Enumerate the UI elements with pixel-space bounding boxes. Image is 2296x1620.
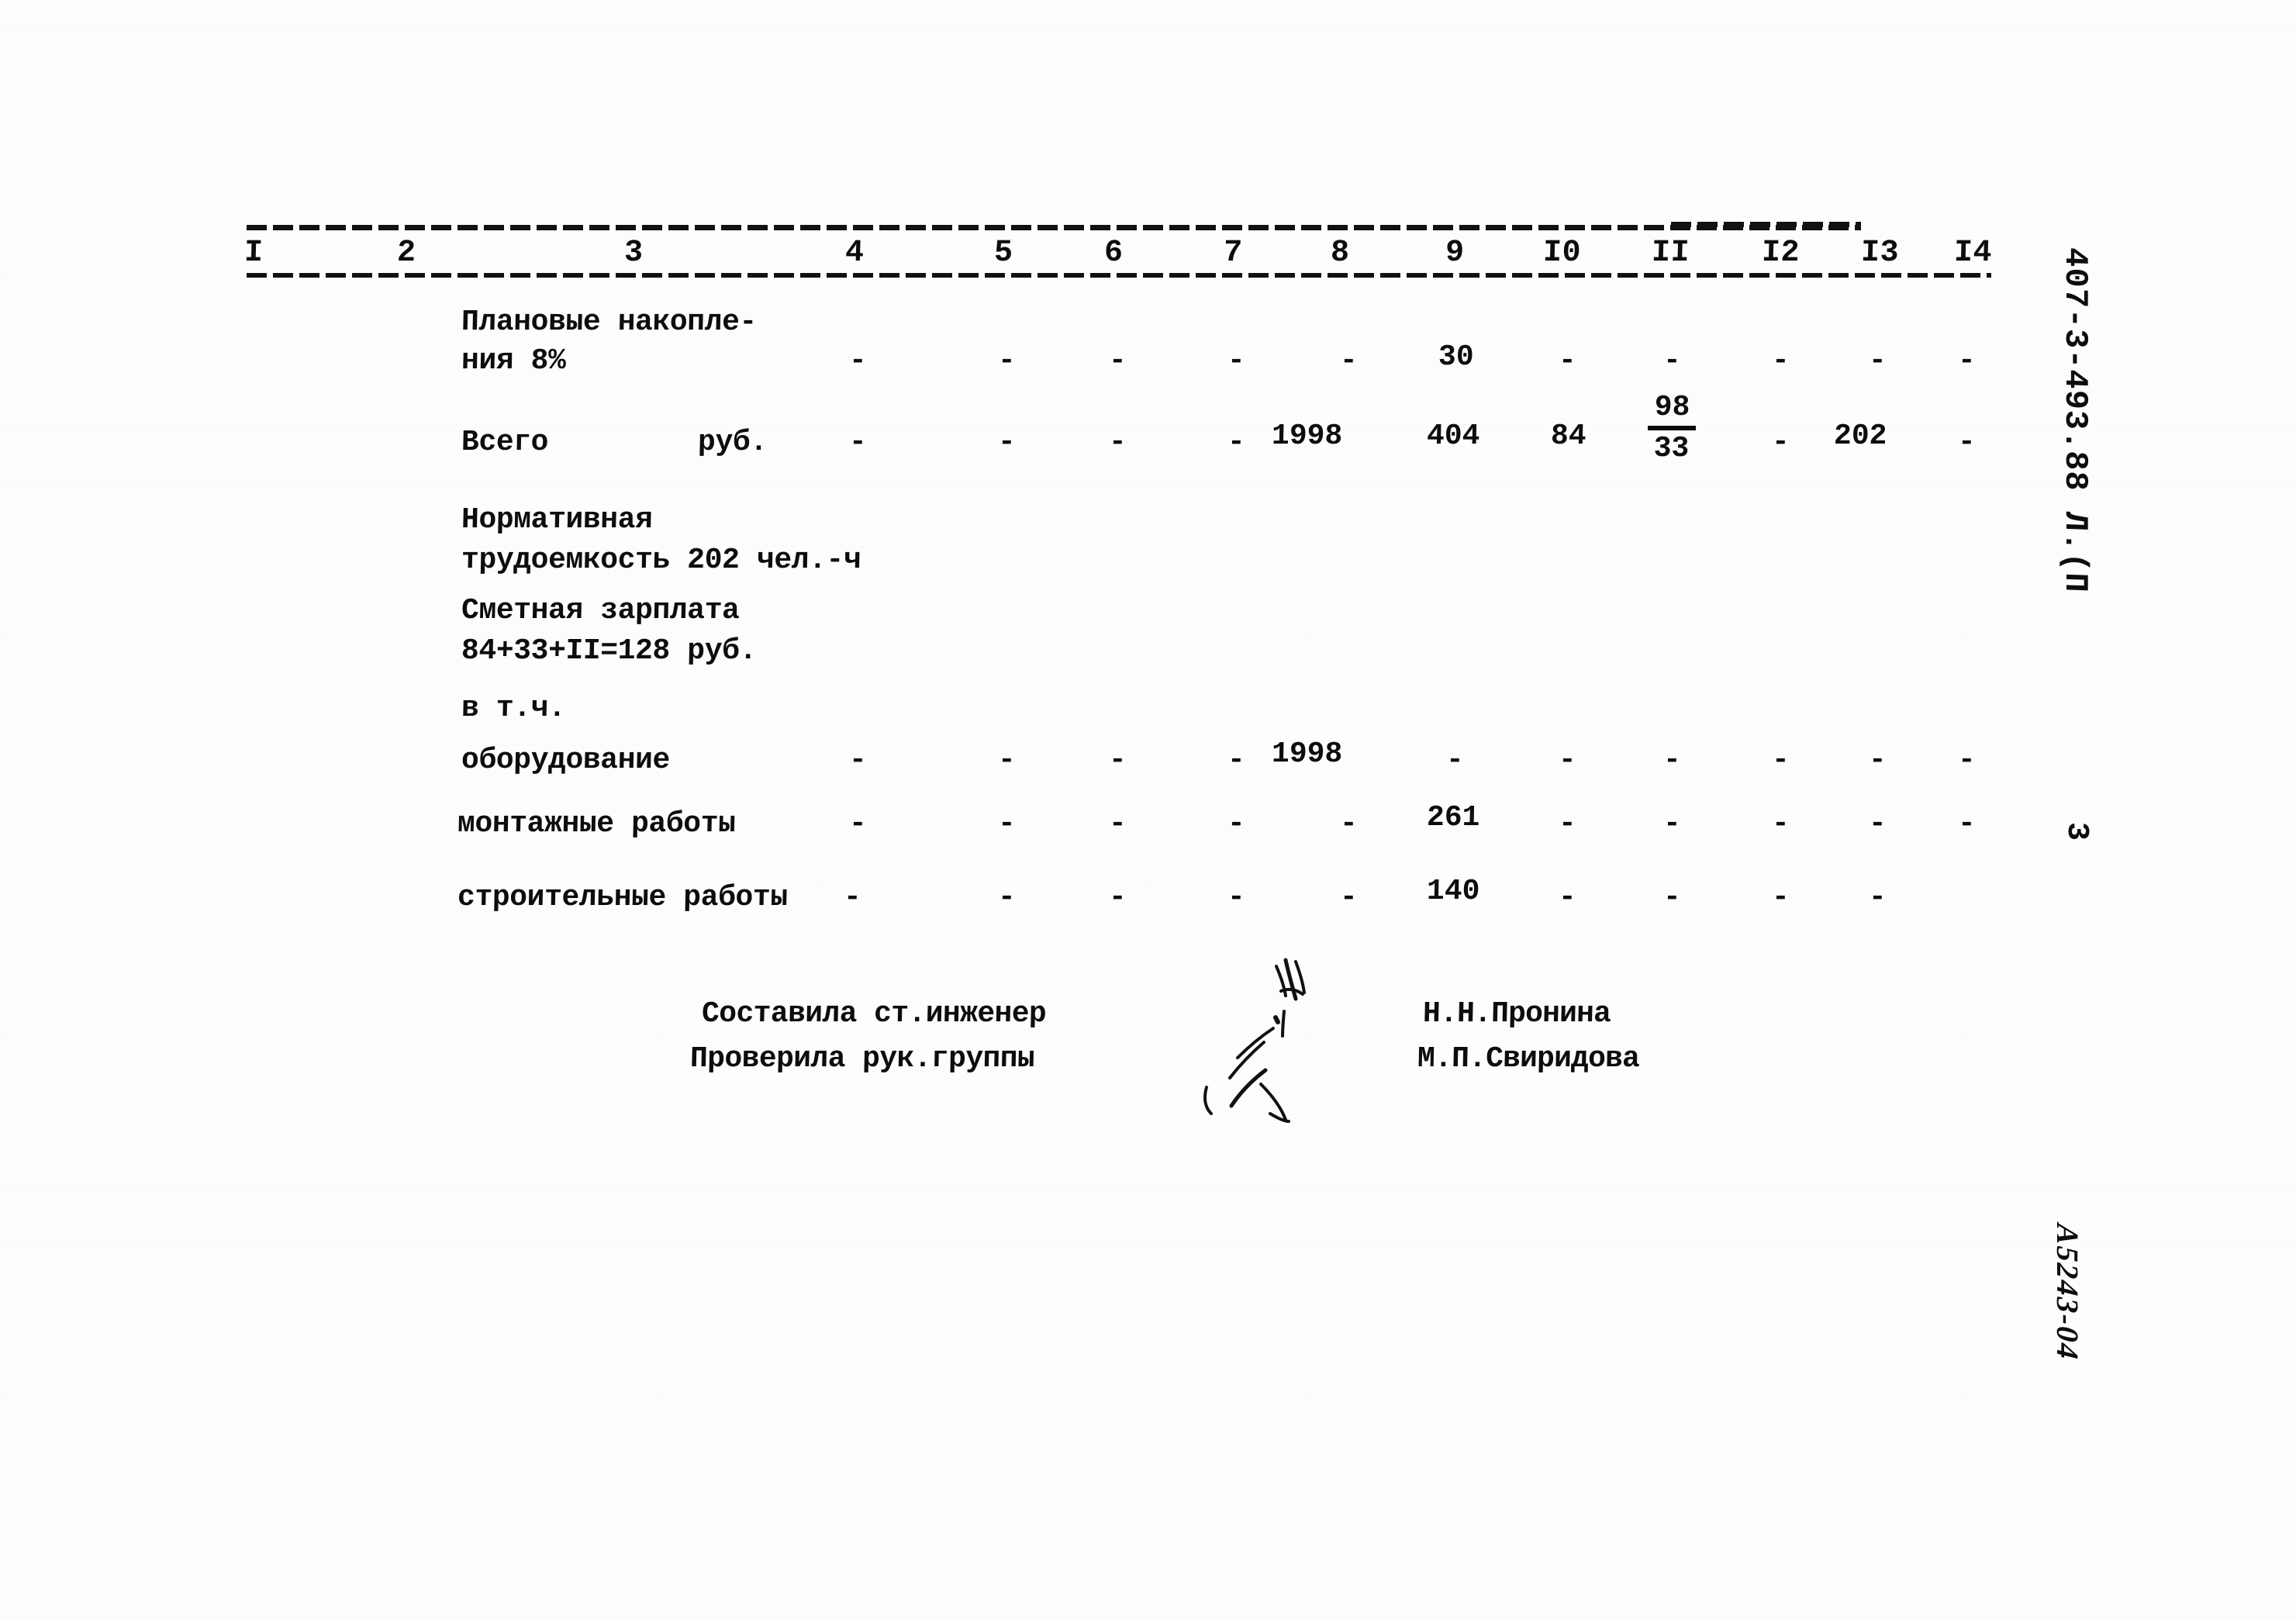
column-header-4: 4 — [844, 236, 865, 271]
cell-c6: - — [1108, 881, 1127, 914]
column-header-5: 5 — [993, 236, 1014, 271]
document-code-stamp: 407-3-493.88 Л.(П — [2056, 247, 2094, 594]
cell-c8: 1998 — [1271, 420, 1343, 453]
cell-c12: - — [1771, 881, 1790, 914]
salary-note-line1: Сметная зарплата — [461, 594, 740, 627]
column-header-1: I — [243, 236, 264, 271]
cell-c5: - — [997, 807, 1017, 841]
fraction-numerator: 98 — [1654, 391, 1690, 424]
cell-c8: 1998 — [1271, 737, 1343, 771]
labor-note-line2: трудоемкость 202 чел.-ч — [461, 544, 861, 577]
column-header-8: 8 — [1330, 236, 1351, 271]
column-header-14: I4 — [1953, 236, 1993, 271]
salary-note-line2: 84+33+II=128 руб. — [461, 634, 758, 668]
cell-c13: 202 — [1833, 420, 1887, 453]
cell-c9: 30 — [1438, 340, 1475, 374]
scanned-page: I 2 3 4 5 6 7 8 9 I0 II I2 I3 I4 Плановы… — [0, 0, 2296, 1620]
row-label-total: Всего — [461, 426, 549, 459]
cell-c8: - — [1339, 807, 1359, 841]
cell-c11: - — [1662, 344, 1682, 378]
cell-c4: - — [848, 344, 868, 378]
column-header-3: 3 — [623, 236, 644, 271]
signature-role-checked: Проверила рук.группы — [689, 1042, 1035, 1076]
cell-c5: - — [997, 744, 1017, 777]
cell-c5: - — [997, 881, 1017, 914]
signature-name-checked: М.П.Свиридова — [1417, 1042, 1640, 1076]
cell-c10: - — [1558, 344, 1577, 378]
cell-c11: - — [1662, 881, 1682, 914]
row-label-line1: Плановые накопле- — [461, 306, 758, 339]
cell-c5: - — [997, 344, 1017, 378]
cell-c6: - — [1108, 744, 1127, 777]
cell-c10: - — [1558, 881, 1577, 914]
cell-c11: - — [1662, 744, 1682, 777]
cell-c4: - — [848, 744, 868, 777]
cell-c14: - — [1957, 344, 1977, 378]
cell-c13: - — [1868, 744, 1887, 777]
row-label-installation: монтажные работы — [457, 807, 736, 841]
cell-c7: - — [1227, 344, 1246, 378]
cell-c11: - — [1662, 807, 1682, 841]
cell-c14: - — [1957, 744, 1977, 777]
signature-role-composed: Составила ст.инженер — [701, 997, 1047, 1031]
row-label-total-unit: руб. — [697, 426, 768, 459]
column-header-9: 9 — [1445, 236, 1466, 271]
cell-c9: 140 — [1426, 875, 1480, 908]
cell-c13: - — [1868, 344, 1887, 378]
cell-c12: - — [1771, 426, 1790, 459]
cell-c6: - — [1108, 426, 1127, 459]
page-number-stamp: 3 — [2059, 822, 2094, 841]
signature-name-composed: Н.Н.Пронина — [1422, 997, 1611, 1031]
row-label-line2: ния 8% — [461, 344, 566, 378]
column-header-6: 6 — [1103, 236, 1124, 271]
table-top-rule-segment — [1671, 222, 1861, 227]
cell-c6: - — [1108, 807, 1127, 841]
fraction-denominator: 33 — [1653, 432, 1690, 465]
cell-c11-fraction: 98 33 — [1635, 391, 1708, 465]
cell-c8: - — [1339, 344, 1359, 378]
fraction-bar — [1647, 426, 1697, 430]
cell-c9: 404 — [1426, 420, 1480, 453]
column-header-10: I0 — [1542, 236, 1582, 271]
cell-c12: - — [1771, 344, 1790, 378]
cell-c7: - — [1227, 426, 1246, 459]
table-column-header-row: I 2 3 4 5 6 7 8 9 I0 II I2 I3 I4 — [0, 233, 2016, 275]
cell-c7: - — [1227, 744, 1246, 777]
cell-c6: - — [1108, 344, 1127, 378]
column-header-2: 2 — [396, 236, 417, 271]
cell-c9: 261 — [1426, 801, 1480, 834]
cell-c4: - — [848, 426, 868, 459]
cell-c10: 84 — [1550, 420, 1587, 453]
cell-c14: - — [1957, 426, 1977, 459]
cell-c10: - — [1558, 807, 1577, 841]
row-label-equipment: оборудование — [461, 744, 671, 777]
cell-c8: - — [1339, 881, 1359, 914]
handwritten-signature-mark — [1203, 958, 1306, 1123]
cell-c12: - — [1771, 807, 1790, 841]
cell-c5: - — [997, 426, 1017, 459]
column-header-12: I2 — [1761, 236, 1801, 271]
including-label: в т.ч. — [461, 692, 566, 725]
cell-c9: - — [1445, 744, 1465, 777]
cell-c12: - — [1771, 744, 1790, 777]
cell-c4: - — [843, 881, 862, 914]
cell-c10: - — [1558, 744, 1577, 777]
labor-note-line1: Нормативная — [461, 503, 653, 537]
column-header-11: II — [1651, 236, 1690, 271]
column-header-7: 7 — [1223, 236, 1244, 271]
cell-c4: - — [848, 807, 868, 841]
table-top-rule — [247, 225, 1861, 230]
cell-c13: - — [1868, 881, 1887, 914]
archive-code-stamp: А5243-04 — [2050, 1222, 2085, 1362]
cell-c13: - — [1868, 807, 1887, 841]
column-header-13: I3 — [1860, 236, 1900, 271]
cell-c14: - — [1957, 807, 1977, 841]
row-label-construction: строительные работы — [457, 881, 789, 914]
cell-c7: - — [1227, 881, 1246, 914]
cell-c7: - — [1227, 807, 1246, 841]
